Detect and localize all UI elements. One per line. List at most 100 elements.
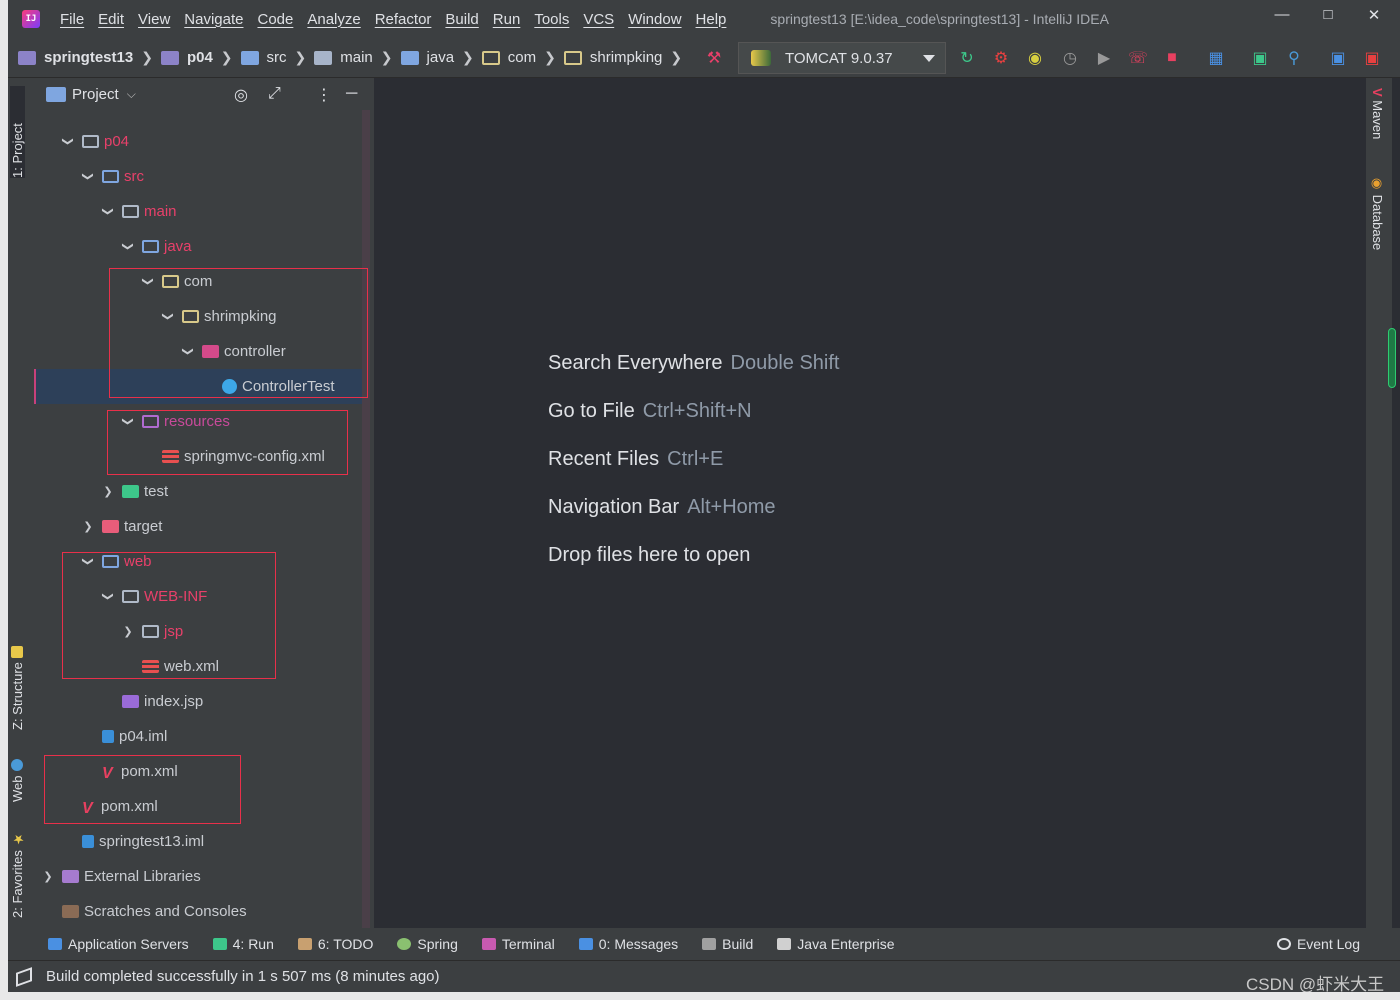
stop-icon[interactable]: ■ (1162, 48, 1182, 68)
chevron-down-icon[interactable]: ❯ (122, 416, 135, 428)
tree-item-springmvc-config[interactable]: springmvc-config.xml (142, 439, 325, 474)
close-button[interactable]: ✕ (1362, 6, 1386, 24)
coverage-icon[interactable]: ◉ (1025, 48, 1045, 68)
chevron-down-icon[interactable]: ❯ (82, 171, 95, 183)
tree-item-controllertest[interactable]: ControllerTest (202, 369, 335, 404)
tree-item-p04[interactable]: ❯ p04 (62, 124, 130, 159)
project-view-select[interactable]: Project (72, 86, 119, 103)
breadcrumb-shrimpking[interactable]: shrimpking (563, 49, 662, 66)
tree-item-resources[interactable]: ❯ resources (122, 404, 230, 439)
terminal-icon[interactable]: ▣ (1250, 48, 1270, 68)
menu-build[interactable]: Build (445, 11, 478, 28)
menu-help[interactable]: Help (696, 11, 727, 28)
menu-vcs[interactable]: VCS (583, 11, 614, 28)
tool-messages[interactable]: 0: Messages (578, 936, 678, 952)
menu-refactor[interactable]: Refactor (375, 11, 432, 28)
breadcrumb-src[interactable]: src (240, 49, 287, 66)
menu-run[interactable]: Run (493, 11, 521, 28)
tree-item-root-pom[interactable]: V pom.xml (62, 789, 158, 824)
tree-item-index-jsp[interactable]: index.jsp (102, 684, 203, 719)
menu-edit[interactable]: Edit (98, 11, 124, 28)
menu-file[interactable]: File (60, 11, 84, 28)
tree-item-p04-pom[interactable]: V pom.xml (82, 754, 178, 789)
editor-scroll-marker[interactable] (1388, 328, 1396, 388)
menu-code[interactable]: Code (257, 11, 293, 28)
chevron-down-icon[interactable]: ❯ (142, 276, 155, 288)
tab-maven[interactable]: V Maven (1370, 88, 1385, 139)
tool-event-log[interactable]: Event Log (1276, 936, 1360, 952)
chevron-right-icon[interactable]: ❯ (122, 625, 134, 638)
tab-database[interactable]: ◉ Database (1370, 176, 1385, 250)
debug-bug-icon[interactable]: ⚙ (991, 48, 1011, 68)
project-structure-icon[interactable]: ▦ (1206, 48, 1226, 68)
tab-structure[interactable]: Z: Structure (10, 630, 25, 730)
menu-view[interactable]: View (138, 11, 170, 28)
chevron-down-icon[interactable]: ❯ (162, 311, 175, 323)
run-icon[interactable]: ▶ (1094, 48, 1114, 68)
tree-item-com[interactable]: ❯ com (142, 264, 213, 299)
hide-panel-icon[interactable]: ─ (346, 85, 357, 103)
translate-icon[interactable]: ▣ (1328, 48, 1348, 68)
more-options-icon[interactable]: ⋮ (316, 85, 332, 105)
tree-item-target[interactable]: ❯ target (82, 509, 162, 544)
chevron-right-icon[interactable]: ❯ (102, 485, 114, 498)
tool-spring[interactable]: Spring (397, 936, 458, 952)
build-hammer-icon[interactable]: ⚒ (704, 48, 724, 68)
tree-item-p04-iml[interactable]: p04.iml (82, 719, 167, 754)
tab-favorites[interactable]: 2: Favorites ★ (10, 824, 25, 918)
chevron-right-icon[interactable]: ❯ (42, 870, 54, 883)
tool-application-servers[interactable]: Application Servers (48, 936, 189, 952)
menu-navigate[interactable]: Navigate (184, 11, 243, 28)
tool-terminal[interactable]: Terminal (481, 936, 555, 952)
chevron-right-icon[interactable]: ❯ (82, 520, 94, 533)
run-configuration-select[interactable]: TOMCAT 9.0.37 (738, 42, 946, 74)
tool-build[interactable]: Build (702, 936, 753, 952)
chevron-down-icon[interactable]: ❯ (62, 136, 75, 148)
status-message[interactable]: Build completed successfully in 1 s 507 … (46, 968, 440, 985)
tab-project[interactable]: 1: Project (10, 86, 25, 178)
tab-web[interactable]: Web (10, 750, 25, 802)
profiler-icon[interactable]: ◷ (1060, 48, 1080, 68)
tree-item-jsp[interactable]: ❯ jsp (122, 614, 183, 649)
breadcrumb-java[interactable]: java (400, 49, 454, 66)
tree-item-java[interactable]: ❯ java (122, 229, 192, 264)
breadcrumb-main[interactable]: main (314, 49, 373, 66)
menu-window[interactable]: Window (628, 11, 681, 28)
breadcrumb-module[interactable]: p04 (160, 49, 213, 66)
tree-item-external-libraries[interactable]: ❯ External Libraries (42, 859, 200, 894)
chevron-down-icon[interactable]: ❯ (102, 591, 115, 603)
translate-google-icon[interactable]: ▣ (1362, 48, 1382, 68)
chevron-down-icon[interactable]: ⌵ (127, 87, 136, 102)
tree-item-controller[interactable]: ❯ controller (182, 334, 286, 369)
tree-scrollbar[interactable] (362, 110, 370, 928)
tree-item-web-inf[interactable]: ❯ WEB-INF (102, 579, 208, 614)
layers-icon[interactable] (16, 966, 32, 987)
tree-item-src[interactable]: ❯ src (82, 159, 145, 194)
tree-item-test[interactable]: ❯ test (102, 474, 168, 509)
tool-todo[interactable]: 6: TODO (297, 936, 373, 952)
menu-analyze[interactable]: Analyze (307, 11, 360, 28)
attach-debugger-icon[interactable]: ☏ (1128, 48, 1148, 68)
rerun-icon[interactable]: ↻ (957, 48, 977, 68)
tree-item-web[interactable]: ❯ web (82, 544, 152, 579)
editor-empty-area[interactable] (374, 78, 1366, 928)
tree-item-springtest13-iml[interactable]: springtest13.iml (62, 824, 204, 859)
menu-tools[interactable]: Tools (534, 11, 569, 28)
chevron-down-icon[interactable]: ❯ (122, 241, 135, 253)
breadcrumb-com[interactable]: com (481, 49, 536, 66)
collapse-all-icon[interactable]: ⤢ (268, 85, 281, 103)
chevron-down-icon[interactable]: ❯ (182, 346, 195, 358)
breadcrumb-project[interactable]: springtest13 (18, 49, 133, 66)
tool-java-enterprise[interactable]: Java Enterprise (777, 936, 895, 952)
maximize-button[interactable]: □ (1316, 6, 1340, 23)
search-icon[interactable]: ⚲ (1284, 48, 1304, 68)
tree-item-web-xml[interactable]: web.xml (122, 649, 219, 684)
chevron-down-icon[interactable]: ❯ (102, 206, 115, 218)
locate-target-icon[interactable]: ◎ (234, 85, 248, 105)
tree-item-main[interactable]: ❯ main (102, 194, 177, 229)
chevron-down-icon[interactable]: ❯ (82, 556, 95, 568)
tree-item-scratches[interactable]: Scratches and Consoles (42, 894, 247, 929)
tree-item-shrimpking[interactable]: ❯ shrimpking (162, 299, 277, 334)
minimize-button[interactable]: — (1270, 6, 1294, 23)
tool-run[interactable]: 4: Run (212, 936, 274, 952)
